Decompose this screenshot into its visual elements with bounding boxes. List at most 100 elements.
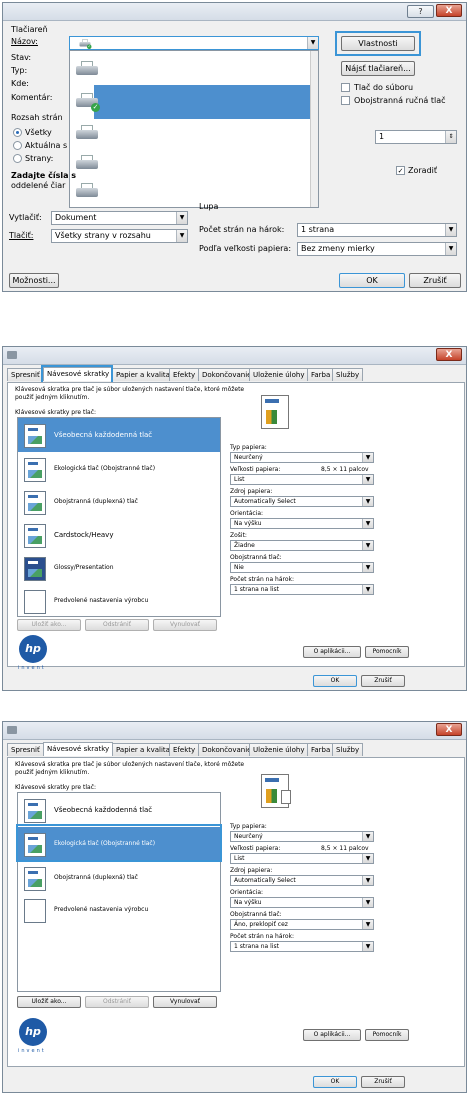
cancel-button[interactable]: Zrušiť bbox=[409, 273, 461, 288]
tab-job-storage[interactable]: Uloženie úlohy bbox=[249, 368, 309, 381]
copies-spinner[interactable]: 1 ⇕ bbox=[375, 130, 457, 144]
find-printer-button[interactable]: Nájsť tlačiareň... bbox=[341, 61, 415, 76]
tab-finishing[interactable]: Dokončovanie bbox=[198, 743, 256, 756]
chevron-down-icon[interactable]: ▼ bbox=[176, 212, 187, 224]
print-pages-select[interactable]: Všetky strany v rozsahu ▼ bbox=[51, 229, 188, 243]
ok-button[interactable]: OK bbox=[313, 1076, 357, 1088]
paper-size-select[interactable]: List ▼ bbox=[230, 853, 374, 864]
printer-icon bbox=[76, 155, 98, 173]
shortcut-item[interactable]: Glossy/Presentation bbox=[18, 551, 220, 585]
tab-shortcuts[interactable]: Návesové skratky bbox=[43, 742, 114, 756]
chevron-down-icon[interactable]: ▼ bbox=[362, 920, 373, 929]
tab-services[interactable]: Služby bbox=[332, 743, 364, 756]
tab-paper-quality[interactable]: Papier a kvalita bbox=[112, 368, 174, 381]
chevron-down-icon[interactable]: ▼ bbox=[362, 832, 373, 841]
options-button[interactable]: Možnosti... bbox=[9, 273, 59, 288]
save-as-button[interactable]: Uložiť ako... bbox=[17, 619, 81, 631]
pages-per-sheet-select[interactable]: 1 strana na list ▼ bbox=[230, 584, 374, 595]
orientation-select[interactable]: Na výšku ▼ bbox=[230, 897, 374, 908]
duplex-select[interactable]: Nie ▼ bbox=[230, 562, 374, 573]
chevron-down-icon[interactable]: ▼ bbox=[362, 942, 373, 951]
manual-duplex-checkbox[interactable] bbox=[341, 96, 350, 105]
printer-option[interactable] bbox=[70, 175, 318, 209]
tab-advanced[interactable]: Spresniť bbox=[7, 368, 44, 381]
shortcut-item[interactable]: Obojstranná (duplexná) tlač bbox=[18, 485, 220, 519]
close-button[interactable]: X bbox=[436, 348, 462, 361]
chevron-down-icon[interactable]: ▼ bbox=[362, 563, 373, 572]
about-button[interactable]: O aplikácii... bbox=[303, 1029, 361, 1041]
help-button[interactable]: Pomocník bbox=[365, 1029, 409, 1041]
delete-button[interactable]: Odstrániť bbox=[85, 619, 149, 631]
booklet-select[interactable]: Žiadne ▼ bbox=[230, 540, 374, 551]
reset-button[interactable]: Vynulovať bbox=[153, 619, 217, 631]
close-button[interactable]: X bbox=[436, 4, 462, 17]
shortcut-item[interactable]: Cardstock/Heavy bbox=[18, 518, 220, 552]
duplex-select[interactable]: Áno, preklopiť cez ▼ bbox=[230, 919, 374, 930]
ok-button[interactable]: OK bbox=[313, 675, 357, 687]
chevron-down-icon[interactable]: ▼ bbox=[362, 541, 373, 550]
tab-job-storage[interactable]: Uloženie úlohy bbox=[249, 743, 309, 756]
scale-select[interactable]: Bez zmeny mierky ▼ bbox=[297, 242, 457, 256]
reset-button[interactable]: Vynulovať bbox=[153, 996, 217, 1008]
chevron-down-icon[interactable]: ▼ bbox=[362, 475, 373, 484]
close-button[interactable]: X bbox=[436, 723, 462, 736]
paper-source-select[interactable]: Automatically Select ▼ bbox=[230, 875, 374, 886]
range-pages-radio[interactable] bbox=[13, 154, 22, 163]
chevron-down-icon[interactable]: ▼ bbox=[307, 37, 318, 49]
chevron-down-icon[interactable]: ▼ bbox=[445, 243, 456, 255]
chevron-down-icon[interactable]: ▼ bbox=[362, 519, 373, 528]
printer-name-select[interactable]: ✓ ▼ bbox=[69, 36, 319, 50]
tab-finishing[interactable]: Dokončovanie bbox=[198, 368, 256, 381]
help-button[interactable]: ? bbox=[407, 5, 434, 18]
printer-option[interactable] bbox=[70, 117, 318, 151]
print-to-file-checkbox[interactable] bbox=[341, 83, 350, 92]
chevron-down-icon[interactable]: ▼ bbox=[362, 876, 373, 885]
properties-button[interactable]: Vlastnosti bbox=[341, 36, 415, 51]
tab-color[interactable]: Farba bbox=[307, 743, 335, 756]
tab-paper-quality[interactable]: Papier a kvalita bbox=[112, 743, 174, 756]
print-what-select[interactable]: Dokument ▼ bbox=[51, 211, 188, 225]
shortcuts-list[interactable]: Všeobecná každodenná tlač Ekologická tla… bbox=[17, 417, 221, 617]
chevron-down-icon[interactable]: ▼ bbox=[362, 453, 373, 462]
cancel-button[interactable]: Zrušiť bbox=[361, 675, 405, 687]
shortcuts-list[interactable]: Všeobecná každodenná tlač Ekologická tla… bbox=[17, 792, 221, 992]
tab-effects[interactable]: Efekty bbox=[169, 368, 200, 381]
shortcut-item[interactable]: Všeobecná každodenná tlač bbox=[18, 793, 220, 827]
paper-size-select[interactable]: List ▼ bbox=[230, 474, 374, 485]
paper-type-select[interactable]: Neurčený ▼ bbox=[230, 831, 374, 842]
shortcut-item[interactable]: Predvolené nastavenia výrobcu bbox=[18, 893, 220, 927]
shortcut-item-selected[interactable]: Všeobecná každodenná tlač bbox=[18, 418, 220, 452]
tab-services[interactable]: Služby bbox=[332, 368, 364, 381]
range-current-radio[interactable] bbox=[13, 141, 22, 150]
tab-advanced[interactable]: Spresniť bbox=[7, 743, 44, 756]
shortcut-item[interactable]: Predvolené nastavenia výrobcu bbox=[18, 584, 220, 618]
shortcut-item[interactable]: Ekologická tlač (Obojstranné tlač) bbox=[18, 452, 220, 486]
paper-type-select[interactable]: Neurčený ▼ bbox=[230, 452, 374, 463]
chevron-down-icon[interactable]: ▼ bbox=[176, 230, 187, 242]
printer-option-selected[interactable]: ✓ bbox=[76, 85, 318, 119]
tab-effects[interactable]: Efekty bbox=[169, 743, 200, 756]
scrollbar[interactable] bbox=[310, 51, 318, 207]
shortcut-item[interactable]: Obojstranná (duplexná) tlač bbox=[18, 861, 220, 895]
spinner-arrows-icon[interactable]: ⇕ bbox=[445, 131, 456, 143]
help-button[interactable]: Pomocník bbox=[365, 646, 409, 658]
about-button[interactable]: O aplikácii... bbox=[303, 646, 361, 658]
range-all-radio[interactable] bbox=[13, 128, 22, 137]
paper-source-select[interactable]: Automatically Select ▼ bbox=[230, 496, 374, 507]
delete-button[interactable]: Odstrániť bbox=[85, 996, 149, 1008]
chevron-down-icon[interactable]: ▼ bbox=[362, 854, 373, 863]
collate-checkbox[interactable]: ✓ bbox=[396, 166, 405, 175]
chevron-down-icon[interactable]: ▼ bbox=[362, 585, 373, 594]
orientation-select[interactable]: Na výšku ▼ bbox=[230, 518, 374, 529]
chevron-down-icon[interactable]: ▼ bbox=[362, 898, 373, 907]
save-as-button[interactable]: Uložiť ako... bbox=[17, 996, 81, 1008]
tab-color[interactable]: Farba bbox=[307, 368, 335, 381]
pages-per-sheet-select[interactable]: 1 strana na list ▼ bbox=[230, 941, 374, 952]
chevron-down-icon[interactable]: ▼ bbox=[362, 497, 373, 506]
printer-option[interactable] bbox=[70, 53, 318, 87]
cancel-button[interactable]: Zrušiť bbox=[361, 1076, 405, 1088]
pages-per-sheet-select[interactable]: 1 strana ▼ bbox=[297, 223, 457, 237]
chevron-down-icon[interactable]: ▼ bbox=[445, 224, 456, 236]
ok-button[interactable]: OK bbox=[339, 273, 405, 288]
printer-dropdown-list[interactable]: ✓ bbox=[69, 50, 319, 208]
